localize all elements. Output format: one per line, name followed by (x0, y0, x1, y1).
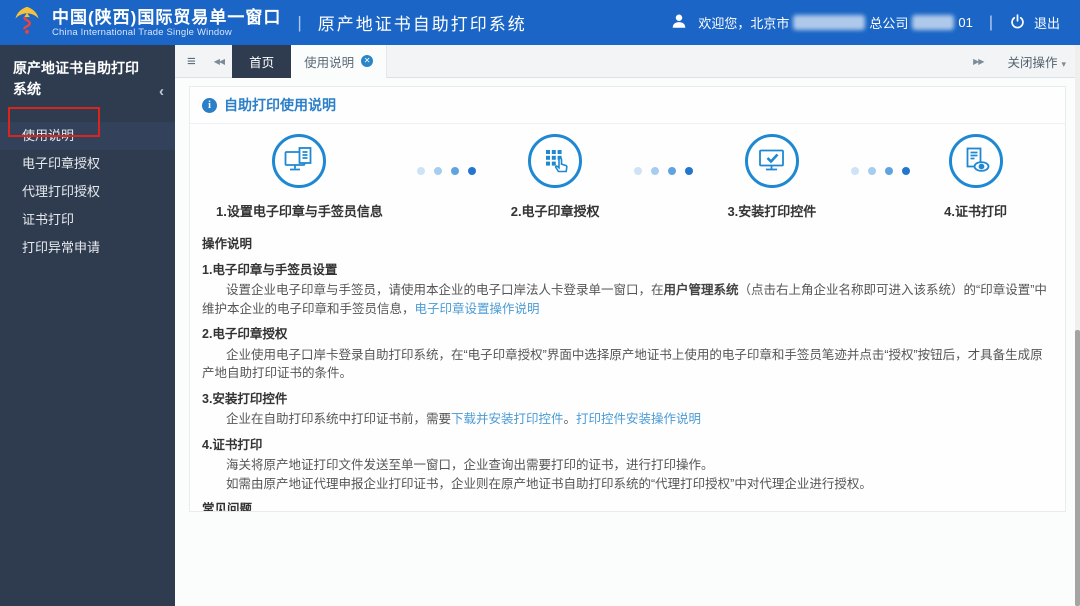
content-area: i 自助打印使用说明 1.设置电子印章与手签员信息 2.电子印章授权 3.安装打… (175, 78, 1080, 520)
user-mgmt-system-bold: 用户管理系统 (663, 283, 739, 297)
monitor-document-icon (272, 134, 327, 188)
logout-button[interactable]: 退出 (1009, 13, 1060, 33)
download-install-control-link[interactable]: 下载并安装打印控件 (451, 412, 564, 426)
user-icon (670, 12, 688, 33)
close-operations-dropdown[interactable]: 关闭操作 ▾ (1007, 52, 1066, 71)
sidebar-item-print-exception-request[interactable]: 打印异常申请 (0, 234, 175, 262)
panel-title: 自助打印使用说明 (224, 97, 336, 113)
section-4-paragraph-2: 如需由原产地证代理申报企业打印证书，企业则在原产地证书自助打印系统的“代理打印授… (226, 476, 872, 491)
sidebar-item-certificate-print[interactable]: 证书打印 (0, 206, 175, 234)
menu-icon[interactable]: ≡ (175, 53, 206, 70)
step-connector-dots (634, 167, 693, 175)
sidebar-menu: 使用说明 电子印章授权 代理打印授权 证书打印 打印异常申请 (0, 122, 175, 262)
greeting-mid: 总公司 (869, 16, 909, 31)
section-4-title: 4.证书打印 (202, 437, 263, 452)
sidebar-item-eseal-authorization[interactable]: 电子印章授权 (0, 150, 175, 178)
header-separator: | (988, 13, 993, 31)
info-icon: i (202, 97, 217, 113)
redacted-block (912, 15, 955, 30)
tab-home[interactable]: 首页 (232, 44, 292, 78)
sidebar-title: 原产地证书自助打印系统 ‹ (13, 60, 164, 102)
caret-down-icon: ▾ (1061, 58, 1066, 69)
top-header: 中国(陕西)国际贸易单一窗口 China International Trade… (0, 0, 1080, 45)
section-4-paragraph-1: 海关将原产地证打印文件发送至单一窗口，企业查询出需要打印的证书，进行打印操作。 (226, 458, 714, 472)
document-eye-icon (948, 134, 1003, 188)
tab-bar: ≡ ◀◀ 首页 使用说明 ✕ ▶▶ 关闭操作 ▾ (175, 44, 1080, 78)
ops-title: 操作说明 (202, 237, 253, 251)
tab-usage-instructions[interactable]: 使用说明 ✕ (291, 44, 388, 78)
instruction-sections: 操作说明 1.电子印章与手签员设置 设置企业电子印章与手签员，请使用本企业的电子… (190, 222, 1065, 512)
sidebar-item-agent-print-authorization[interactable]: 代理打印授权 (0, 178, 175, 206)
greeting-prefix: 欢迎您，北京市 (698, 16, 790, 31)
section-1-paragraph: 设置企业电子印章与手签员，请使用本企业的电子口岸法人卡登录单一窗口，在用户管理系… (202, 283, 1047, 316)
step-2: 2.电子印章授权 (511, 134, 600, 220)
step-connector-dots (417, 167, 477, 175)
panel-title-row: i 自助打印使用说明 (190, 87, 1065, 124)
eseal-setup-guide-link[interactable]: 电子印章设置操作说明 (415, 302, 540, 316)
control-install-guide-link[interactable]: 打印控件安装操作说明 (576, 412, 701, 426)
step-2-label: 2.电子印章授权 (510, 204, 600, 219)
page-scrollbar-track (1075, 45, 1080, 606)
tabbar-right: ▶▶ 关闭操作 ▾ (965, 52, 1080, 71)
sidebar-item-usage-instructions[interactable]: 使用说明 (0, 122, 175, 150)
step-connector-dots (850, 167, 910, 175)
step-1: 1.设置电子印章与手签员信息 (216, 134, 383, 220)
section-3-title: 3.安装打印控件 (202, 391, 288, 406)
app-title: 原产地证书自助打印系统 (317, 15, 527, 34)
step-4-label: 4.证书打印 (944, 204, 1007, 219)
tabs-scroll-right-icon[interactable]: ▶▶ (965, 57, 991, 66)
section-1-title: 1.电子印章与手签员设置 (202, 262, 338, 277)
section-2-title: 2.电子印章授权 (202, 327, 288, 341)
tabs-scroll-left-icon[interactable]: ◀◀ (206, 57, 232, 66)
step-3: 3.安装打印控件 (727, 134, 816, 220)
page-scrollbar-thumb[interactable] (1075, 330, 1080, 606)
step-1-label: 1.设置电子印章与手签员信息 (216, 204, 383, 219)
brand-subtitle: China International Trade Single Window (52, 26, 232, 38)
header-right: 欢迎您，北京市 总公司 01 | 退出 (670, 12, 1080, 33)
header-divider: | (297, 12, 302, 32)
redacted-block (793, 15, 866, 30)
tab-label: 使用说明 (304, 55, 355, 70)
main-area: ≡ ◀◀ 首页 使用说明 ✕ ▶▶ 关闭操作 ▾ i 自助打印使用说明 1.设置… (175, 44, 1080, 606)
greeting-suffix: 01 (958, 15, 973, 30)
user-greeting: 欢迎您，北京市 总公司 01 (698, 13, 973, 32)
monitor-check-icon (744, 134, 799, 188)
section-3-paragraph: 企业在自助打印系统中打印证书前，需要下载并安装打印控件。打印控件安装操作说明 (226, 412, 702, 426)
steps-row: 1.设置电子印章与手签员信息 2.电子印章授权 3.安装打印控件 4.证书打印 (190, 124, 1065, 222)
keypad-hand-icon (528, 134, 583, 188)
sidebar-collapse-icon[interactable]: ‹ (159, 81, 164, 102)
logo-emblem-icon (10, 3, 44, 42)
brand: 中国(陕西)国际贸易单一窗口 China International Trade… (0, 3, 281, 42)
logout-label: 退出 (1033, 16, 1060, 31)
close-circle-icon[interactable]: ✕ (361, 55, 374, 67)
faq-title: 常见问题 (202, 502, 253, 512)
step-3-label: 3.安装打印控件 (727, 204, 817, 219)
sidebar: 原产地证书自助打印系统 ‹ 使用说明 电子印章授权 代理打印授权 证书打印 打印… (0, 45, 175, 606)
brand-title: 中国(陕西)国际贸易单一窗口 (52, 7, 282, 27)
usage-panel: i 自助打印使用说明 1.设置电子印章与手签员信息 2.电子印章授权 3.安装打… (189, 86, 1066, 512)
section-2-paragraph: 企业使用电子口岸卡登录自助打印系统，在“电子印章授权”界面中选择原产地证书上使用… (202, 347, 1043, 381)
step-4: 4.证书打印 (944, 134, 1007, 220)
power-icon (1009, 13, 1026, 33)
